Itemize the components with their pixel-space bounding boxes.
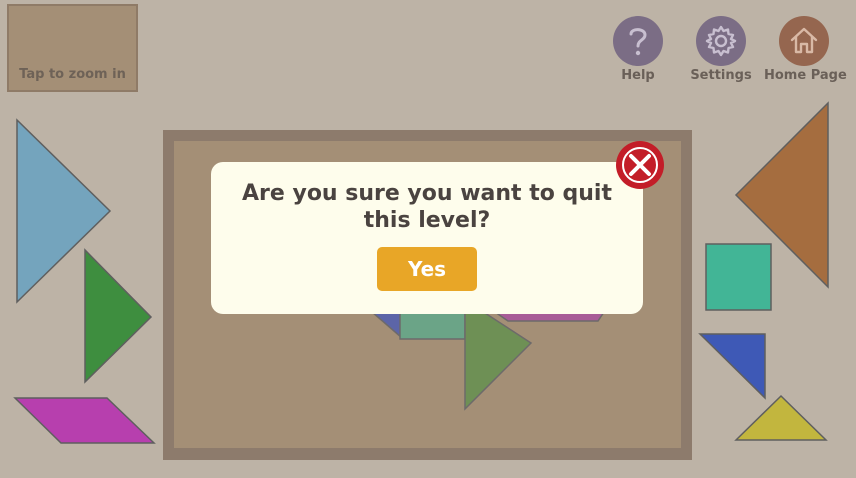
placed-teal-square[interactable]	[399, 309, 466, 340]
close-icon	[622, 147, 658, 183]
teal-square[interactable]	[705, 243, 772, 311]
quit-dialog: Are you sure you want to quit this level…	[211, 162, 643, 314]
yellow-small-triangle[interactable]	[734, 394, 828, 441]
close-dialog-button[interactable]	[616, 141, 664, 189]
magenta-parallelogram[interactable]	[13, 397, 156, 444]
yes-button[interactable]: Yes	[377, 247, 477, 291]
green-medium-triangle[interactable]	[84, 248, 153, 384]
quit-message: Are you sure you want to quit this level…	[242, 181, 612, 233]
blue-small-triangle[interactable]	[698, 333, 766, 400]
placed-blue-triangle[interactable]	[369, 311, 403, 340]
